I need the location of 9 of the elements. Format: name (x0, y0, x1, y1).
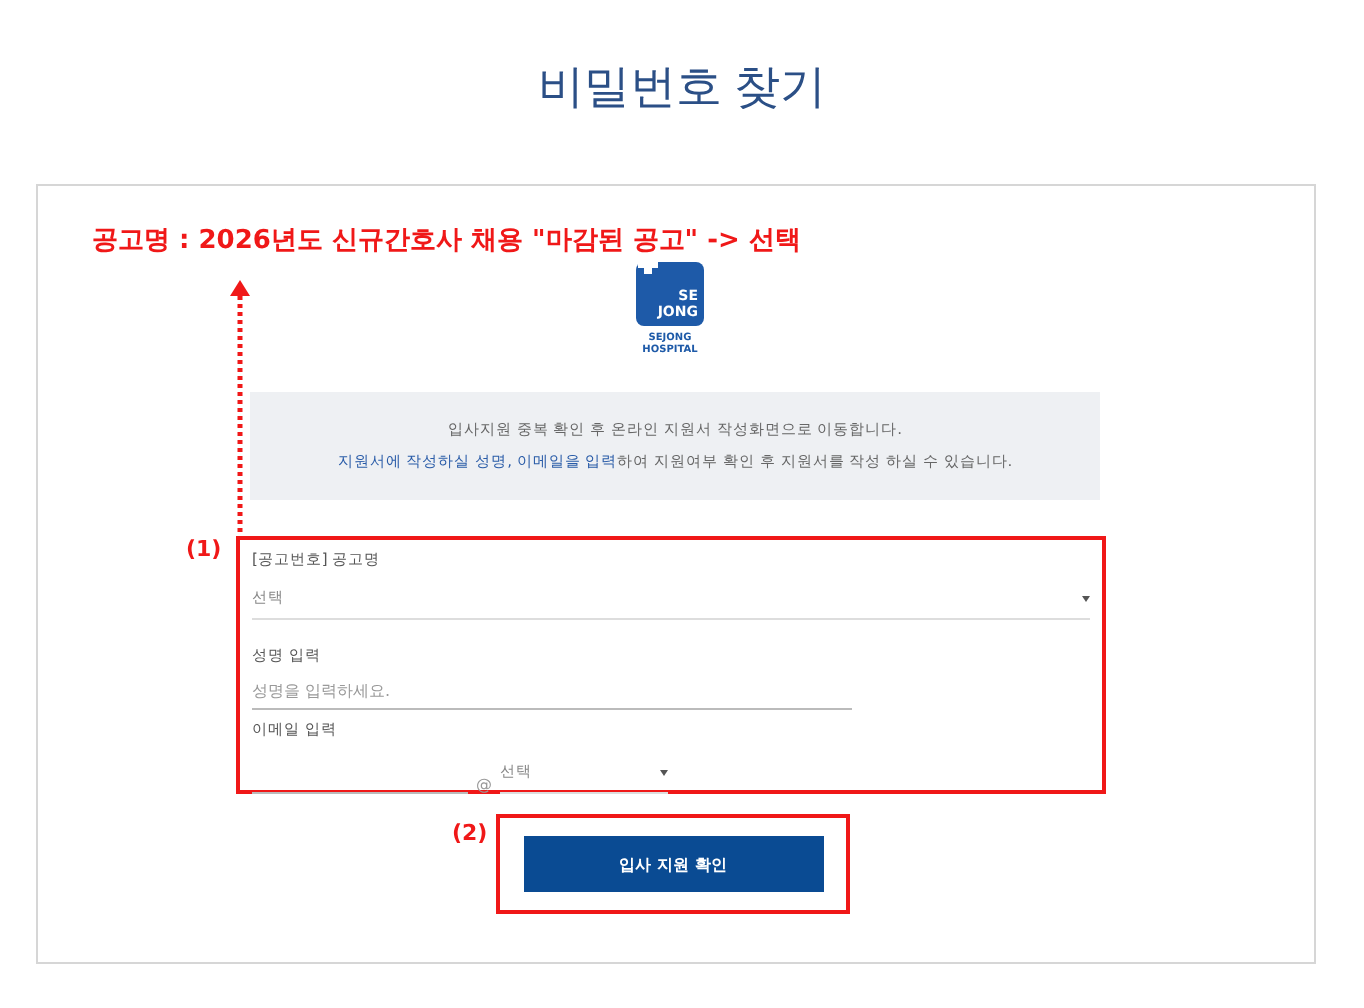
page-title: 비밀번호 찾기 (535, 58, 829, 116)
name-input[interactable]: 성명을 입력하세요. (252, 672, 852, 710)
annotation-text: 공고명 : 2026년도 신규간호사 채용 "마감된 공고" -> 선택 (92, 224, 801, 258)
annotation-marker: (2) (452, 820, 488, 846)
caret-icon (1082, 595, 1090, 601)
caret-icon (660, 769, 668, 775)
at-sign: @ (476, 776, 492, 794)
annotation-marker: (1) (186, 536, 222, 562)
confirm-button[interactable]: 입사 지원 확인 (523, 836, 823, 892)
